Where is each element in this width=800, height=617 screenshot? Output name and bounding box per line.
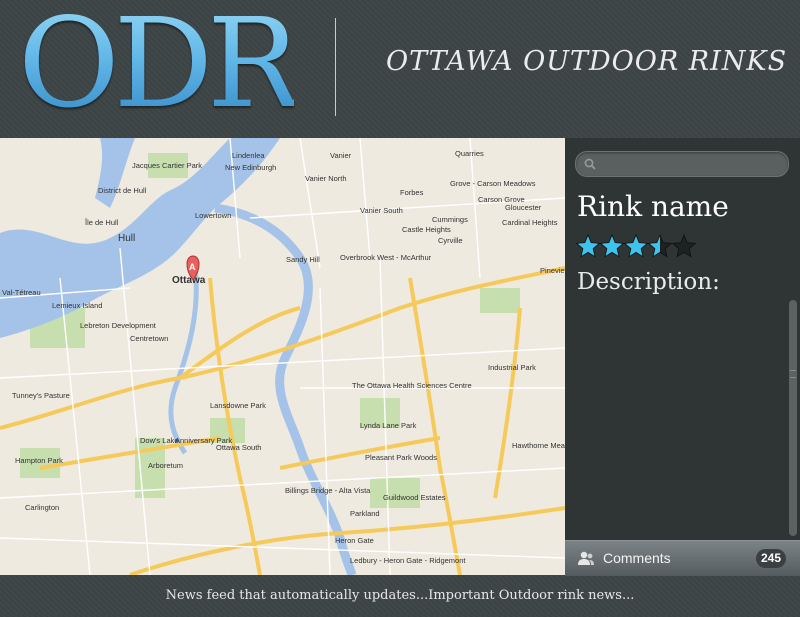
search-box[interactable] bbox=[575, 151, 789, 177]
scrollbar-grip[interactable] bbox=[790, 370, 796, 378]
comments-button[interactable]: Comments 245 bbox=[565, 540, 800, 576]
description-label: Description: bbox=[577, 269, 720, 295]
search-icon bbox=[584, 158, 596, 170]
svg-text:Centretown: Centretown bbox=[130, 334, 168, 343]
svg-text:A: A bbox=[189, 262, 196, 272]
svg-text:Lynda Lane Park: Lynda Lane Park bbox=[360, 421, 417, 430]
rink-panel: Rink name Description: Comments 245 bbox=[565, 138, 800, 576]
rating-stars[interactable] bbox=[575, 234, 705, 260]
search-input[interactable] bbox=[600, 154, 784, 176]
svg-text:Jacques Cartier Park: Jacques Cartier Park bbox=[132, 161, 202, 170]
svg-text:Arboretum: Arboretum bbox=[148, 461, 183, 470]
svg-text:Pineview: Pineview bbox=[540, 266, 565, 275]
svg-text:Île de Hull: Île de Hull bbox=[84, 218, 119, 227]
svg-text:Parkland: Parkland bbox=[350, 509, 380, 518]
header: ODR OTTAWA OUTDOOR RINKS bbox=[0, 0, 800, 138]
svg-text:Sandy Hill: Sandy Hill bbox=[286, 255, 320, 264]
svg-text:Gloucester: Gloucester bbox=[505, 203, 542, 212]
news-feed[interactable]: News feed that automatically updates...I… bbox=[0, 575, 800, 615]
svg-text:Lindenlea: Lindenlea bbox=[232, 151, 265, 160]
svg-text:Cyrville: Cyrville bbox=[438, 236, 463, 245]
map-canvas[interactable]: Vanier Lindenlea New Edinburgh Quarries … bbox=[0, 138, 565, 575]
svg-text:Heron Gate: Heron Gate bbox=[335, 536, 374, 545]
description-scrollbar[interactable] bbox=[789, 300, 797, 536]
header-divider bbox=[335, 18, 336, 116]
svg-text:Ledbury - Heron Gate - Ridgemo: Ledbury - Heron Gate - Ridgemont bbox=[350, 556, 466, 565]
svg-text:District de Hull: District de Hull bbox=[98, 186, 147, 195]
svg-text:Anniversary Park: Anniversary Park bbox=[175, 436, 232, 445]
svg-text:Cummings: Cummings bbox=[432, 215, 468, 224]
tagline: OTTAWA OUTDOOR RINKS bbox=[386, 46, 788, 77]
svg-text:Val-Tétreau: Val-Tétreau bbox=[2, 288, 41, 297]
svg-text:Grove - Carson Meadows: Grove - Carson Meadows bbox=[450, 179, 536, 188]
svg-text:Guildwood Estates: Guildwood Estates bbox=[383, 493, 446, 502]
svg-text:Lansdowne Park: Lansdowne Park bbox=[210, 401, 266, 410]
svg-text:Lebreton Development: Lebreton Development bbox=[80, 321, 157, 330]
svg-text:Lowertown: Lowertown bbox=[195, 211, 231, 220]
svg-text:Forbes: Forbes bbox=[400, 188, 424, 197]
star-icon[interactable] bbox=[599, 234, 625, 258]
svg-text:Hawthorne Meadows: Hawthorne Meadows bbox=[512, 441, 565, 450]
svg-text:Vanier North: Vanier North bbox=[305, 174, 347, 183]
svg-text:Hampton Park: Hampton Park bbox=[15, 456, 63, 465]
svg-text:Billings Bridge - Alta Vista: Billings Bridge - Alta Vista bbox=[285, 486, 371, 495]
svg-text:Ottawa: Ottawa bbox=[172, 275, 206, 286]
comments-label: Comments bbox=[603, 550, 671, 566]
svg-text:Quarries: Quarries bbox=[455, 149, 484, 158]
comments-count-badge: 245 bbox=[756, 549, 786, 568]
svg-text:Pleasant Park Woods: Pleasant Park Woods bbox=[365, 453, 437, 462]
star-icon[interactable] bbox=[647, 234, 673, 258]
svg-text:Vanier South: Vanier South bbox=[360, 206, 403, 215]
star-icon[interactable] bbox=[575, 234, 601, 258]
svg-text:Tunney's Pasture: Tunney's Pasture bbox=[12, 391, 70, 400]
rink-name: Rink name bbox=[577, 190, 729, 223]
svg-text:Cardinal Heights: Cardinal Heights bbox=[502, 218, 558, 227]
svg-text:Hull: Hull bbox=[118, 233, 135, 244]
svg-text:Castle Heights: Castle Heights bbox=[402, 225, 451, 234]
people-icon bbox=[578, 551, 594, 565]
svg-text:Carlington: Carlington bbox=[25, 503, 59, 512]
star-icon[interactable] bbox=[671, 234, 697, 258]
logo[interactable]: ODR bbox=[18, 0, 300, 134]
svg-text:Industrial Park: Industrial Park bbox=[488, 363, 536, 372]
svg-text:New Edinburgh: New Edinburgh bbox=[225, 163, 276, 172]
svg-text:Vanier: Vanier bbox=[330, 151, 352, 160]
svg-text:Lemieux Island: Lemieux Island bbox=[52, 301, 102, 310]
star-icon[interactable] bbox=[623, 234, 649, 258]
svg-text:Dow's Lake: Dow's Lake bbox=[140, 436, 179, 445]
svg-text:The Ottawa Health Sciences Cen: The Ottawa Health Sciences Centre bbox=[352, 381, 472, 390]
svg-text:Overbrook West - McArthur: Overbrook West - McArthur bbox=[340, 253, 432, 262]
map-view[interactable]: Vanier Lindenlea New Edinburgh Quarries … bbox=[0, 138, 565, 575]
